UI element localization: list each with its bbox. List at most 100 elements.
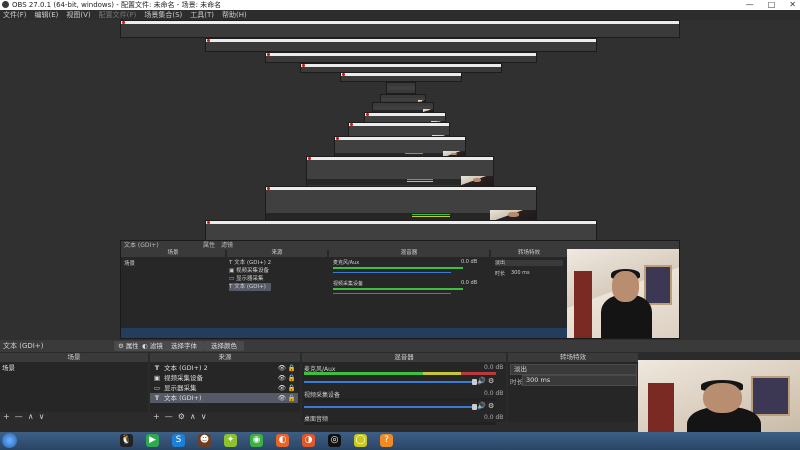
source-name: 文本 (GDI+) 2	[164, 364, 208, 372]
nested-mixer-label-2: 视频采集设备	[333, 281, 364, 287]
filters-button[interactable]: ◐ 滤镜	[138, 341, 167, 351]
close-button[interactable]: ✕	[789, 0, 796, 10]
nested-capture-3	[265, 52, 537, 63]
window-titlebar: OBS 27.0.1 (64-bit, windows) - 配置文件: 未命名…	[0, 0, 800, 10]
start-button[interactable]	[2, 433, 17, 448]
nested-capture-2	[205, 38, 597, 52]
duration-field[interactable]: 300 ms	[522, 375, 637, 386]
nested-duration-value: 300 ms	[511, 270, 530, 276]
remove-source-button[interactable]: —	[165, 412, 173, 422]
visibility-eye-icon[interactable]: 👁	[278, 363, 286, 373]
wechat-icon[interactable]: ◉	[250, 434, 263, 447]
speaker-icon[interactable]: 🔊	[477, 402, 486, 410]
mixer-channel-video-db: 0.0 dB	[484, 390, 504, 397]
menu-view[interactable]: 视图(V)	[66, 10, 90, 20]
nested-source-row: T 文本 (GDI+)	[229, 283, 272, 291]
select-color-button[interactable]: 选择颜色	[204, 341, 244, 351]
menu-file[interactable]: 文件(F)	[3, 10, 27, 20]
video-volume-slider[interactable]	[304, 404, 477, 410]
sources-header: 来源	[150, 353, 300, 362]
lock-icon[interactable]: 🔒	[288, 393, 296, 403]
gear-icon[interactable]: ⚙	[488, 402, 494, 410]
nested-meter	[333, 267, 463, 269]
text-icon: T	[154, 394, 160, 402]
nested-scenes-header: 场景	[121, 250, 225, 257]
menu-tools[interactable]: 工具(T)	[190, 10, 214, 20]
nested-sources-list: T 文本 (GDI+) 2 ▣ 视频采集设备 ▭ 显示器采集 T 文本 (GDI…	[229, 259, 272, 291]
nested-transition-value: 淡出	[495, 260, 563, 266]
mic-volume-slider[interactable]	[304, 379, 477, 385]
wall-painting	[750, 376, 791, 417]
source-row-text[interactable]: T 文本 (GDI+) 👁 🔒	[150, 393, 298, 403]
visibility-eye-icon[interactable]: 👁	[278, 393, 286, 403]
windows-taskbar: 🐧 ▶ S ☻ ✦ ◉ ◐ ◑ ◎ ◯?	[0, 432, 800, 450]
current-source-name: 文本 (GDI+)	[3, 342, 44, 350]
nested-capture-12	[265, 186, 537, 224]
scene-item[interactable]: 场景	[2, 364, 144, 373]
nested-source-row: ▣ 视频采集设备	[229, 268, 269, 274]
source-toolbar: 文本 (GDI+) ⚙ 属性 ◐ 滤镜 选择字体 选择颜色	[0, 340, 800, 352]
source-row-display-capture[interactable]: ▭ 显示器采集 👁 🔒	[150, 383, 298, 393]
nested-capture-1	[120, 20, 680, 38]
obs-icon[interactable]: ◎	[328, 434, 341, 447]
nested-webcam	[567, 249, 679, 338]
help-icon[interactable]: ?	[380, 434, 393, 447]
move-scene-down-button[interactable]: ∨	[39, 412, 45, 422]
menu-profile[interactable]: 配置文件(P)	[99, 10, 137, 20]
arrows-icon[interactable]: ✦	[224, 434, 237, 447]
nested-capture-11	[306, 156, 494, 188]
move-source-down-button[interactable]: ∨	[201, 412, 207, 422]
select-font-button[interactable]: 选择字体	[164, 341, 204, 351]
lock-icon[interactable]: 🔒	[288, 383, 296, 393]
nested-slider	[333, 272, 451, 273]
maximize-button[interactable]: □	[768, 0, 776, 10]
mixer-channel-mic-db: 0.0 dB	[484, 364, 504, 371]
camera-icon: ▣	[153, 374, 161, 382]
nested-dock: 场景 来源 混音器 转场特效 场景 T 文本 (GDI+) 2 ▣ 视频采集设备…	[121, 250, 567, 328]
move-source-up-button[interactable]: ∧	[190, 412, 196, 422]
player-icon[interactable]: ▶	[146, 434, 159, 447]
video-controls: 🔊 ⚙	[477, 402, 494, 410]
source-row-text2[interactable]: T 文本 (GDI+) 2 👁 🔒	[150, 363, 298, 373]
game-icon[interactable]: ☻	[198, 434, 211, 447]
minimize-button[interactable]: —	[746, 0, 754, 10]
obs-logo-icon	[2, 1, 9, 8]
sources-panel: T 文本 (GDI+) 2 👁 🔒 ▣ 视频采集设备 👁 🔒 ▭ 显示器采集 👁…	[150, 362, 300, 412]
lock-icon[interactable]: 🔒	[288, 363, 296, 373]
scenes-header: 场景	[0, 353, 148, 362]
firefox-icon[interactable]: ◑	[302, 434, 315, 447]
nested-duration-label: 时长	[495, 271, 506, 277]
visibility-eye-icon[interactable]: 👁	[278, 373, 286, 383]
visibility-eye-icon[interactable]: 👁	[278, 383, 286, 393]
sogou-icon[interactable]: S	[172, 434, 185, 447]
scenes-panel: 场景	[0, 362, 148, 412]
browser-icon[interactable]: ◐	[276, 434, 289, 447]
menu-help[interactable]: 帮助(H)	[222, 10, 247, 20]
mixer-channel-desktop-db: 0.0 dB	[484, 414, 504, 421]
lock-icon[interactable]: 🔒	[288, 373, 296, 383]
nested-source-row: ▭ 显示器采集	[229, 276, 264, 282]
qq-icon[interactable]: 🐧	[120, 434, 133, 447]
nested-transitions-header: 转场特效	[491, 250, 567, 257]
nested-scene-item: 场景	[124, 261, 136, 267]
person-face	[702, 382, 742, 414]
circle-icon[interactable]: ◯	[354, 434, 367, 447]
monitor-icon: ▭	[153, 384, 161, 392]
window-title: OBS 27.0.1 (64-bit, windows) - 配置文件: 未命名…	[12, 1, 222, 9]
remove-scene-button[interactable]: —	[15, 412, 23, 422]
add-source-button[interactable]: +	[153, 412, 160, 422]
nested-props-label: 属性	[203, 242, 216, 249]
nested-mixer-db-2: 0.0 dB	[461, 280, 478, 286]
video-level-meter	[304, 398, 496, 401]
source-settings-button[interactable]: ⚙	[178, 412, 185, 422]
nested-sources-header: 来源	[227, 250, 327, 257]
source-row-video-capture[interactable]: ▣ 视频采集设备 👁 🔒	[150, 373, 298, 383]
menu-scene-collection[interactable]: 场景集合(S)	[144, 10, 182, 20]
gear-icon[interactable]: ⚙	[488, 377, 494, 385]
nested-slider-2	[333, 293, 451, 294]
add-scene-button[interactable]: +	[3, 412, 10, 422]
speaker-icon[interactable]: 🔊	[477, 377, 486, 385]
transition-select[interactable]: 淡出	[510, 364, 637, 375]
move-scene-up-button[interactable]: ∧	[28, 412, 34, 422]
menu-edit[interactable]: 编辑(E)	[35, 10, 59, 20]
